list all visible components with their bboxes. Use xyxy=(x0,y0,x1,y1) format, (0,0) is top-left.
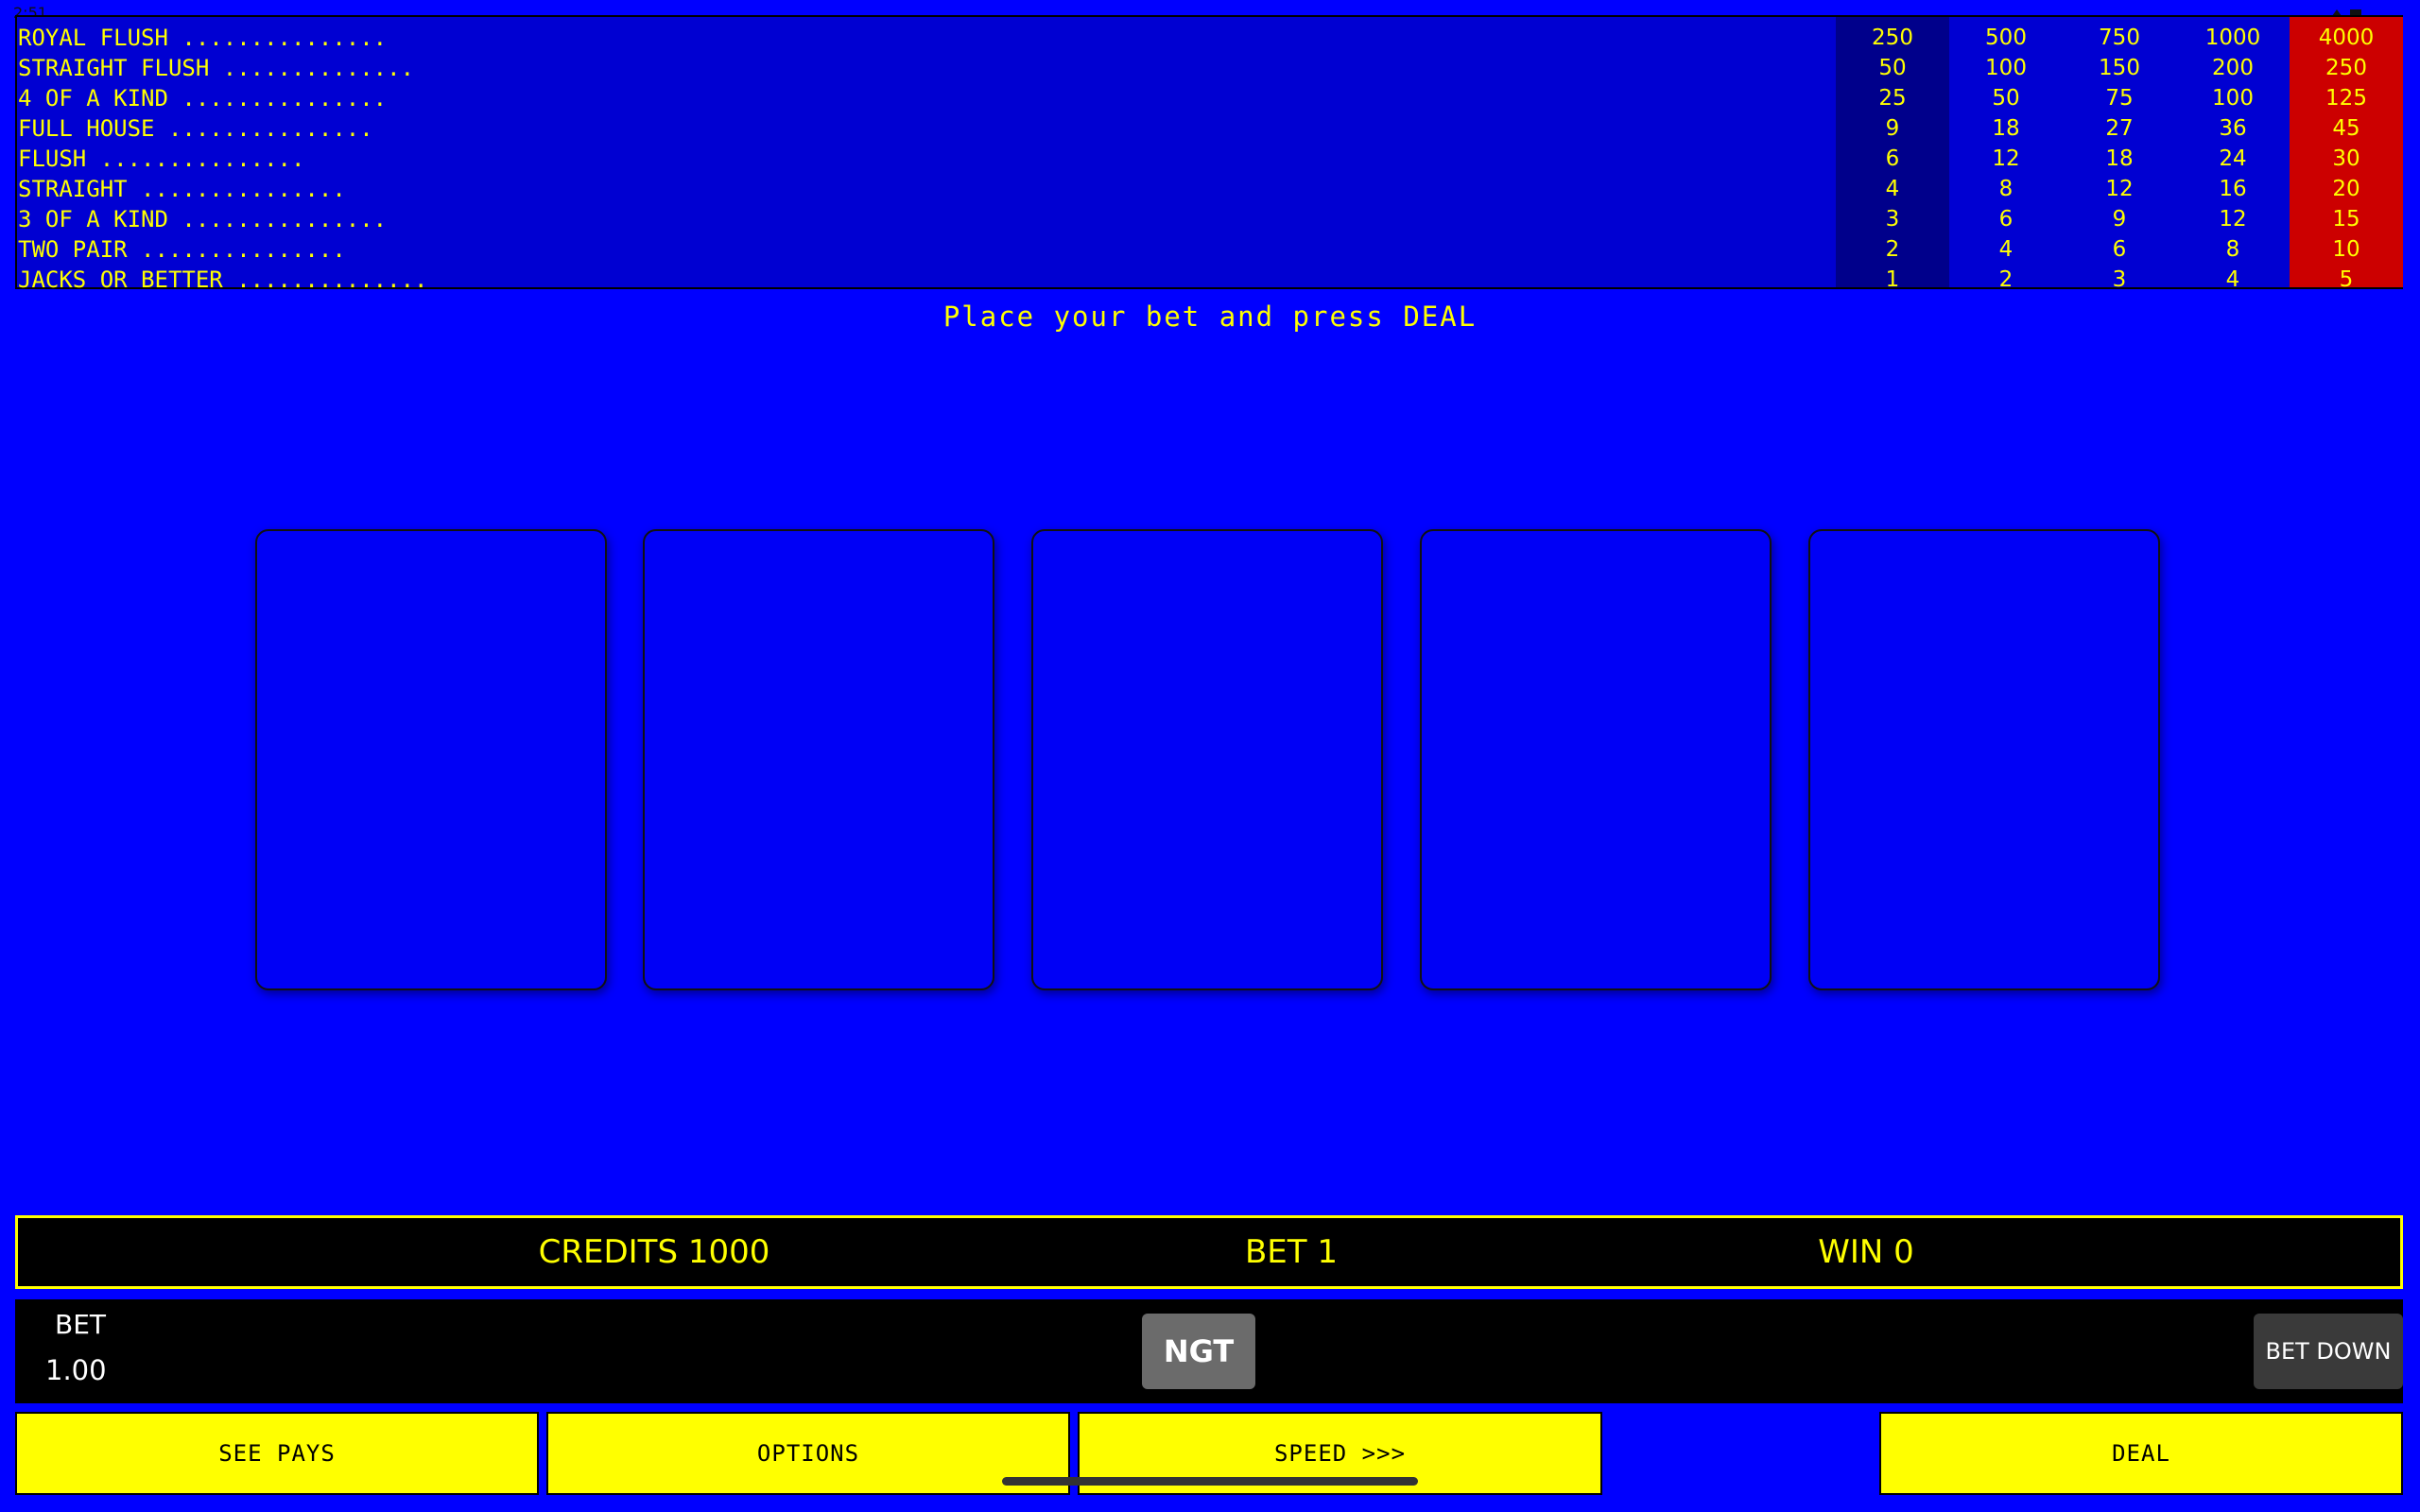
pay-value: 4 xyxy=(1998,237,2014,262)
paytable-hand-names: ROYAL FLUSH ............... STRAIGHT FLU… xyxy=(17,23,1832,295)
paytable-column-bet-4: 1000 200 100 36 24 16 12 8 4 xyxy=(2176,17,2290,292)
pay-value: 75 xyxy=(2105,86,2134,111)
bet-amount-value: 1.00 xyxy=(45,1354,107,1386)
paytable-column-bet-5-highlighted: 4000 250 125 45 30 20 15 10 5 xyxy=(2290,17,2403,292)
pay-value: 6 xyxy=(2112,237,2127,262)
hand-name: TWO PAIR ............... xyxy=(18,236,346,263)
ngt-button[interactable]: NGT xyxy=(1142,1314,1255,1389)
pay-value: 30 xyxy=(2332,146,2360,171)
pay-value: 9 xyxy=(2112,207,2127,232)
pay-value: 1 xyxy=(1885,267,1900,292)
pay-value: 150 xyxy=(2099,56,2140,80)
hand-name: ROYAL FLUSH ............... xyxy=(18,25,388,51)
credits-meter: CREDITS 1000 xyxy=(538,1233,770,1271)
meter-bar: CREDITS 1000 BET 1 WIN 0 xyxy=(15,1215,2403,1289)
paytable-column-bet-3: 750 150 75 27 18 12 9 6 3 xyxy=(2063,17,2176,292)
card-slot-1[interactable] xyxy=(255,529,607,990)
pay-value: 3 xyxy=(1885,207,1900,232)
pay-value: 125 xyxy=(2325,86,2367,111)
pay-value: 12 xyxy=(2219,207,2247,232)
pay-value: 2 xyxy=(1998,267,2014,292)
pay-value: 100 xyxy=(2212,86,2254,111)
pay-value: 12 xyxy=(1992,146,2020,171)
pay-value: 500 xyxy=(1985,26,2027,50)
card-slot-5[interactable] xyxy=(1808,529,2160,990)
hand-name: 4 OF A KIND ............... xyxy=(18,85,388,112)
see-pays-button[interactable]: SEE PAYS xyxy=(15,1412,539,1495)
pay-value: 50 xyxy=(1992,86,2020,111)
pay-value: 24 xyxy=(2219,146,2247,171)
pay-value: 36 xyxy=(2219,116,2247,141)
paytable: ROYAL FLUSH ............... STRAIGHT FLU… xyxy=(15,15,2403,293)
hand-name: FLUSH ............... xyxy=(18,146,305,172)
pay-value: 18 xyxy=(2105,146,2134,171)
card-slot-2[interactable] xyxy=(643,529,994,990)
pay-value: 15 xyxy=(2332,207,2360,232)
pay-value: 2 xyxy=(1885,237,1900,262)
card-slot-3[interactable] xyxy=(1031,529,1383,990)
bet-down-button[interactable]: BET DOWN xyxy=(2254,1314,2403,1389)
pay-value: 250 xyxy=(2325,56,2367,80)
pay-value: 100 xyxy=(1985,56,2027,80)
win-meter: WIN 0 xyxy=(1818,1233,1914,1271)
hand-name: STRAIGHT ............... xyxy=(18,176,346,202)
pay-value: 27 xyxy=(2105,116,2134,141)
pay-value: 50 xyxy=(1878,56,1907,80)
bet-meter: BET 1 xyxy=(1244,1233,1338,1271)
hand-name: FULL HOUSE ............... xyxy=(18,115,373,142)
deal-button[interactable]: DEAL xyxy=(1879,1412,2403,1495)
pay-value: 250 xyxy=(1872,26,1913,50)
pay-value: 12 xyxy=(2105,177,2134,201)
pay-value: 3 xyxy=(2112,267,2127,292)
pay-value: 5 xyxy=(2339,267,2354,292)
pay-value: 16 xyxy=(2219,177,2247,201)
pay-value: 20 xyxy=(2332,177,2360,201)
hand-name: STRAIGHT FLUSH .............. xyxy=(18,55,415,81)
pay-value: 9 xyxy=(1885,116,1900,141)
pay-value: 4 xyxy=(1885,177,1900,201)
home-indicator[interactable] xyxy=(1002,1477,1418,1486)
game-prompt: Place your bet and press DEAL xyxy=(942,301,1478,333)
hand-name: JACKS OR BETTER .............. xyxy=(18,266,428,293)
paytable-column-bet-2: 500 100 50 18 12 8 6 4 2 xyxy=(1949,17,2063,292)
pay-value: 8 xyxy=(1998,177,2014,201)
pay-value: 45 xyxy=(2332,116,2360,141)
pay-value: 25 xyxy=(1878,86,1907,111)
pay-value: 10 xyxy=(2332,237,2360,262)
bet-amount-label: BET xyxy=(55,1309,107,1340)
hand-name: 3 OF A KIND ............... xyxy=(18,206,388,232)
pay-value: 4 xyxy=(2225,267,2240,292)
pay-value: 6 xyxy=(1885,146,1900,171)
pay-value: 6 xyxy=(1998,207,2014,232)
pay-value: 18 xyxy=(1992,116,2020,141)
card-slot-4[interactable] xyxy=(1420,529,1772,990)
pay-value: 750 xyxy=(2099,26,2140,50)
options-button[interactable]: OPTIONS xyxy=(546,1412,1070,1495)
pay-value: 1000 xyxy=(2204,26,2261,50)
paytable-column-bet-1: 250 50 25 9 6 4 3 2 1 xyxy=(1836,17,1949,292)
pay-value: 4000 xyxy=(2318,26,2375,50)
pay-value: 8 xyxy=(2225,237,2240,262)
control-bar: BET 1.00 NGT BET DOWN xyxy=(15,1299,2403,1403)
pay-value: 200 xyxy=(2212,56,2254,80)
